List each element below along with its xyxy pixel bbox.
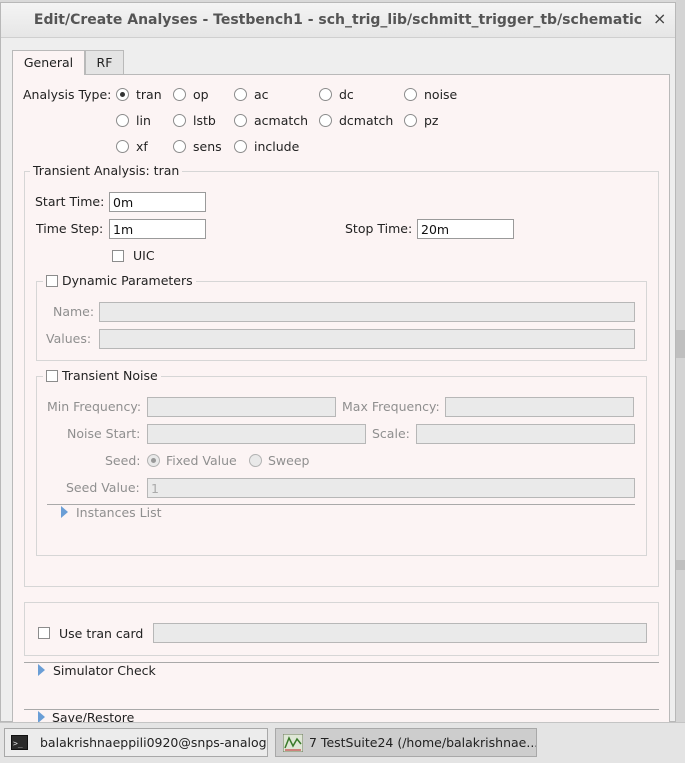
radio-noise-label: noise [424,87,458,102]
radio-tran[interactable] [116,88,129,101]
taskbar-terminal-label: balakrishnaeppili0920@snps-analog-... [40,735,268,750]
use-tran-card-checkbox[interactable] [38,627,50,639]
seed-fixed-radio[interactable] [147,454,160,467]
taskbar-testsuite-label: 7 TestSuite24 (/home/balakrishnae... [309,735,537,750]
tab-general[interactable]: General [12,50,85,75]
radio-include-label: include [254,139,300,154]
radio-tran-label: tran [136,87,162,102]
radio-acmatch-label: acmatch [254,113,309,128]
uic-label: UIC [133,248,155,263]
radio-dc-label: dc [339,87,354,102]
scale-label: Scale: [372,426,410,441]
window-title: Edit/Create Analyses - Testbench1 - sch_… [33,12,643,28]
radio-op-label: op [193,87,209,102]
background-window-edge [676,0,685,722]
save-restore-toggle[interactable]: Save/Restore [52,710,134,722]
radio-noise[interactable] [404,88,417,101]
instances-list-toggle[interactable]: Instances List [76,505,162,520]
taskbar-terminal[interactable]: balakrishnaeppili0920@snps-analog-... [4,728,268,757]
start-time-input[interactable] [109,192,206,212]
dynamic-parameters-label: Dynamic Parameters [62,273,193,288]
radio-ac-label: ac [254,87,269,102]
dp-name-label: Name: [53,304,95,319]
radio-xf[interactable] [116,140,129,153]
max-frequency-label: Max Frequency: [342,399,440,414]
radio-dcmatch-label: dcmatch [339,113,394,128]
radio-lin[interactable] [116,114,129,127]
radio-lstb-label: lstb [193,113,216,128]
taskbar: balakrishnaeppili0920@snps-analog-... 7 … [0,722,685,763]
close-icon[interactable]: × [653,9,666,28]
expand-arrow-icon[interactable] [61,506,68,518]
radio-dcmatch[interactable] [319,114,332,127]
radio-include[interactable] [234,140,247,153]
expand-arrow-icon[interactable] [38,664,45,676]
seed-sweep-label: Sweep [268,453,310,468]
radio-ac[interactable] [234,88,247,101]
radio-xf-label: xf [136,139,148,154]
dynamic-parameters-header: Dynamic Parameters [43,273,196,288]
title-bar[interactable]: Edit/Create Analyses - Testbench1 - sch_… [1,3,675,38]
time-step-input[interactable] [109,219,206,239]
dp-values-label: Values: [46,331,92,346]
radio-op[interactable] [173,88,186,101]
min-frequency-label: Min Frequency: [47,399,142,414]
stop-time-input[interactable] [417,219,514,239]
taskbar-testsuite[interactable]: 7 TestSuite24 (/home/balakrishnae... [275,728,537,757]
use-tran-card-label: Use tran card [59,626,144,641]
start-time-label: Start Time: [35,194,105,209]
transient-noise-header: Transient Noise [43,368,161,383]
seed-sweep-radio[interactable] [249,454,262,467]
transient-analysis-title: Transient Analysis: tran [30,163,183,178]
seed-value-field[interactable] [147,478,635,498]
noise-start-label: Noise Start: [67,426,141,441]
tran-card-field[interactable] [153,623,647,643]
radio-pz[interactable] [404,114,417,127]
dp-name-field[interactable] [99,302,635,322]
radio-lin-label: lin [136,113,151,128]
transient-noise-label: Transient Noise [62,368,158,383]
radio-lstb[interactable] [173,114,186,127]
time-step-label: Time Step: [36,221,104,236]
dynamic-parameters-checkbox[interactable] [46,275,58,287]
radio-dc[interactable] [319,88,332,101]
seed-fixed-label: Fixed Value [166,453,237,468]
terminal-icon [11,730,28,756]
transient-noise-checkbox[interactable] [46,370,58,382]
stop-time-label: Stop Time: [345,221,413,236]
max-frequency-field[interactable] [445,397,634,417]
tab-rf[interactable]: RF [85,50,124,74]
radio-acmatch[interactable] [234,114,247,127]
radio-pz-label: pz [424,113,439,128]
analysis-type-label: Analysis Type: [23,87,112,102]
radio-sens-label: sens [193,139,222,154]
waveform-icon [283,734,303,752]
dp-values-field[interactable] [99,329,635,349]
uic-checkbox[interactable] [112,250,124,262]
seed-value-label: Seed Value: [66,480,140,495]
noise-start-field[interactable] [147,424,366,444]
seed-label: Seed: [105,453,141,468]
radio-sens[interactable] [173,140,186,153]
simulator-check-toggle[interactable]: Simulator Check [53,663,156,678]
scale-field[interactable] [416,424,635,444]
min-frequency-field[interactable] [147,397,336,417]
